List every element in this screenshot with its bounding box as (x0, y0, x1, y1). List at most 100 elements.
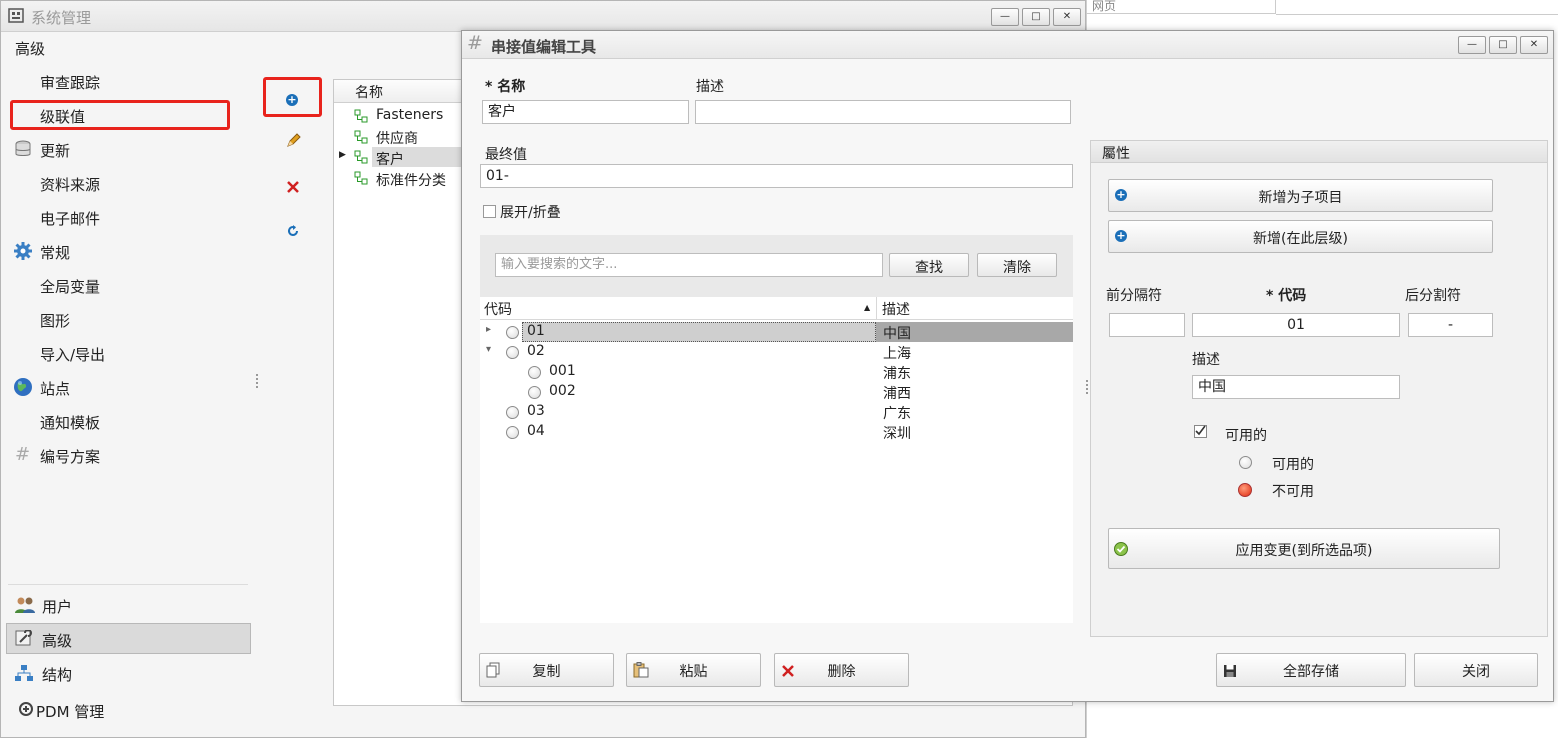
tree-expander[interactable]: ▸ (486, 324, 491, 335)
nav-item-graphics[interactable]: 图形 (40, 310, 70, 331)
tree-node-radio (528, 366, 541, 379)
list-item[interactable]: 客户 (376, 149, 404, 169)
add-child-button[interactable]: + 新增为子项目 (1108, 179, 1493, 212)
tree-node-desc[interactable]: 中国 (883, 323, 911, 343)
final-value-field[interactable]: 01- (480, 164, 1073, 188)
enabled-checkbox[interactable] (1194, 425, 1207, 438)
background-tab: 网页 (1086, 0, 1276, 14)
nav-item-import-export[interactable]: 导入/导出 (40, 344, 105, 365)
copy-button[interactable]: 复制 (479, 653, 614, 687)
expand-collapse-checkbox[interactable] (483, 205, 496, 218)
tree-node-desc[interactable]: 浦东 (883, 363, 911, 383)
find-button[interactable]: 查找 (889, 253, 969, 277)
main-close-button[interactable]: ✕ (1053, 8, 1081, 26)
bottom-nav-users[interactable]: 用户 (42, 596, 72, 617)
nav-item-notification-templates[interactable]: 通知模板 (40, 412, 100, 433)
delete-x-icon (287, 181, 299, 193)
wrench-icon (15, 629, 35, 652)
plus-circle-icon: + (286, 93, 298, 106)
nav-item-global-variables[interactable]: 全局变量 (40, 276, 100, 297)
suffix-field[interactable]: - (1408, 313, 1493, 337)
node-description-field[interactable]: 中国 (1192, 375, 1400, 399)
pdm-icon (18, 701, 34, 721)
nav-item-sites[interactable]: 站点 (40, 378, 70, 399)
tree-node-code[interactable]: 04 (527, 423, 545, 439)
row-indicator-arrow: ▶ (339, 150, 346, 160)
nav-item-data-source[interactable]: 资料来源 (40, 174, 100, 195)
add-button[interactable]: + (286, 91, 298, 107)
radio-available-label: 可用的 (1272, 457, 1314, 473)
prefix-field[interactable] (1109, 313, 1185, 337)
tree-node-desc[interactable]: 广东 (883, 403, 911, 423)
section-header: 高级 (15, 40, 46, 58)
radio-unavailable[interactable] (1238, 483, 1252, 497)
tree-node-code[interactable]: 01 (527, 323, 545, 339)
dialog-maximize-button[interactable]: □ (1489, 36, 1517, 54)
description-field[interactable] (695, 100, 1071, 124)
main-window-title: 系统管理 (31, 9, 92, 27)
nav-item-numbering-scheme[interactable]: 编号方案 (40, 446, 100, 467)
node-description-label: 描述 (1192, 352, 1220, 368)
code-tree (480, 297, 1073, 623)
add-sibling-button[interactable]: + 新增(在此层级) (1108, 220, 1493, 253)
dialog-hash-icon: # (467, 32, 483, 54)
tree-node-code[interactable]: 002 (549, 383, 576, 399)
refresh-button[interactable] (286, 224, 300, 242)
nav-item-email[interactable]: 电子邮件 (40, 208, 100, 229)
delete-button[interactable]: 删除 (774, 653, 909, 687)
properties-title: 屬性 (1102, 146, 1130, 162)
tree-node-radio (528, 386, 541, 399)
name-label: * 名称 (485, 79, 526, 95)
radio-available[interactable] (1239, 456, 1252, 469)
pencil-icon (287, 133, 301, 147)
save-all-button[interactable]: 全部存储 (1216, 653, 1406, 687)
bottom-nav-pdm[interactable]: PDM 管理 (36, 701, 104, 722)
clear-button[interactable]: 清除 (977, 253, 1057, 277)
edit-button[interactable] (285, 133, 301, 153)
apply-changes-button[interactable]: 应用变更(到所选品项) (1108, 528, 1500, 569)
list-item[interactable]: 供应商 (376, 128, 418, 148)
main-minimize-button[interactable]: — (991, 8, 1019, 26)
dialog-minimize-button[interactable]: — (1458, 36, 1486, 54)
cascade-node-icon (354, 130, 368, 144)
cascade-list-header (334, 80, 462, 103)
tree-node-code[interactable]: 001 (549, 363, 576, 379)
tree-expander[interactable]: ▾ (486, 344, 491, 355)
prefix-label: 前分隔符 (1106, 288, 1162, 304)
cascade-list-header-name[interactable]: 名称 (355, 82, 383, 102)
globe-icon (13, 377, 33, 401)
main-window-titlebar (1, 1, 1085, 32)
tree-header-code[interactable]: 代码 (484, 299, 512, 319)
tree-node-desc[interactable]: 上海 (883, 343, 911, 363)
nav-item-audit-trail[interactable]: 审查跟踪 (40, 72, 100, 93)
paste-button[interactable]: 粘贴 (626, 653, 761, 687)
tree-header-desc[interactable]: 描述 (882, 299, 910, 319)
bottom-nav-structure[interactable]: 结构 (42, 664, 72, 685)
code-field[interactable]: 01 (1192, 313, 1400, 337)
delete-list-button[interactable] (285, 179, 301, 199)
bottom-nav-advanced[interactable]: 高级 (42, 630, 72, 651)
properties-panel-header (1091, 141, 1547, 163)
nav-item-general[interactable]: 常规 (40, 242, 70, 263)
code-label: * 代码 (1266, 288, 1307, 304)
main-maximize-button[interactable]: □ (1022, 8, 1050, 26)
list-item[interactable]: Fasteners (376, 107, 443, 123)
dialog-close-button[interactable]: ✕ (1520, 36, 1548, 54)
description-label: 描述 (696, 79, 724, 95)
tree-node-code[interactable]: 03 (527, 403, 545, 419)
nav-item-update[interactable]: 更新 (40, 140, 70, 161)
search-input[interactable]: 输入要搜索的文字... (495, 253, 883, 277)
tree-node-desc[interactable]: 浦西 (883, 383, 911, 403)
name-field[interactable]: 客户 (482, 100, 689, 124)
splitter-grip[interactable] (256, 374, 260, 388)
tree-node-desc[interactable]: 深圳 (883, 423, 911, 443)
final-value-label: 最终值 (485, 147, 527, 163)
tree-node-code[interactable]: 02 (527, 343, 545, 359)
nav-item-cascade-values[interactable]: 级联值 (40, 106, 85, 127)
background-tab-divider (1276, 0, 1558, 15)
list-item[interactable]: 标准件分类 (376, 170, 446, 190)
close-button[interactable]: 关闭 (1414, 653, 1538, 687)
background-tab-label: 网页 (1092, 0, 1117, 13)
app-icon (7, 6, 25, 24)
tree-node-radio (506, 426, 519, 439)
